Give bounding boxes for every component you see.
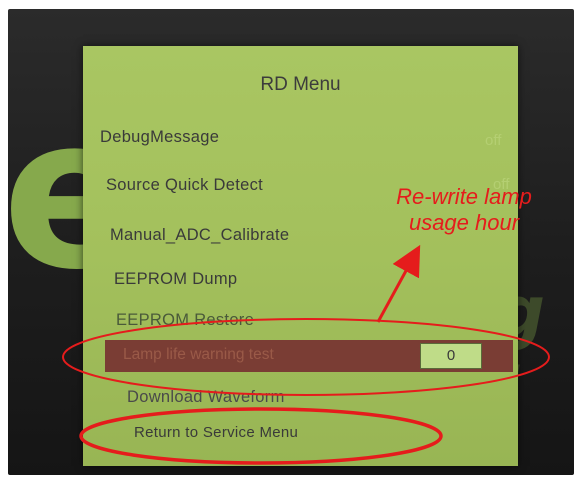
- annotation-overlay: [62, 244, 550, 465]
- annotation-arrow: [376, 244, 421, 323]
- highlight-ellipse-lamp-row: [62, 318, 550, 396]
- highlight-ellipse-return-item: [79, 407, 443, 465]
- annotation-label: Re-write lamp usage hour: [396, 184, 532, 236]
